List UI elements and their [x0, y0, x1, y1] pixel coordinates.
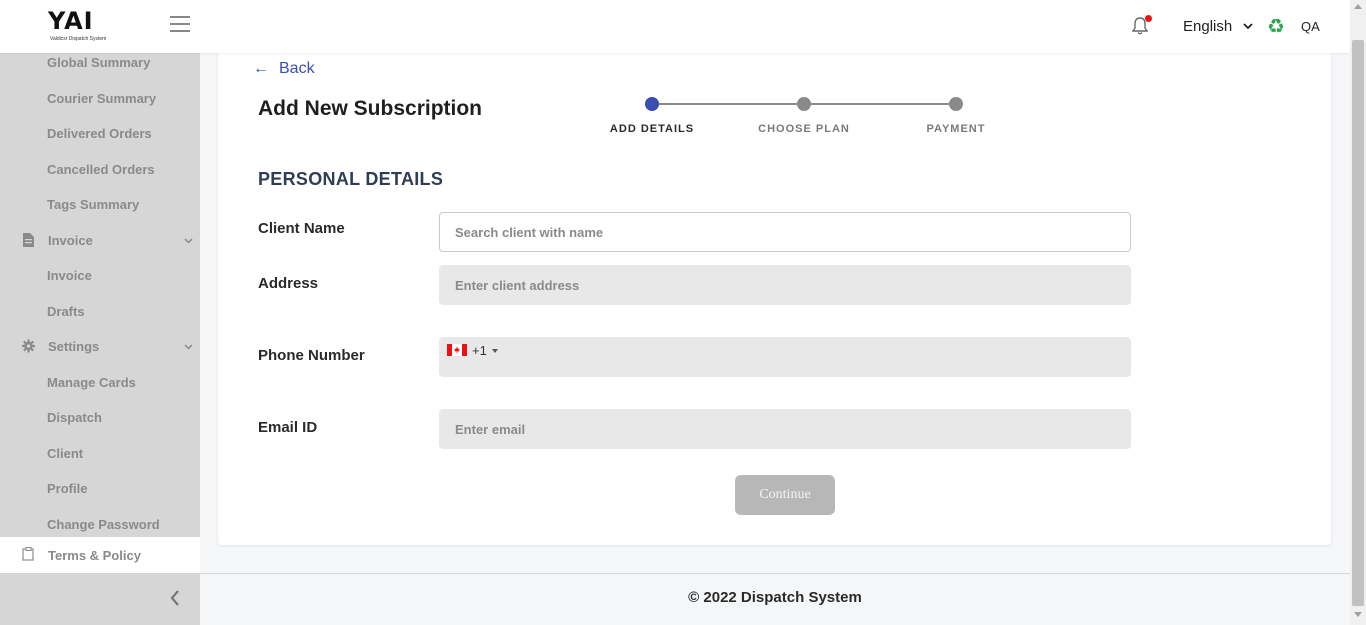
email-label: Email ID — [258, 419, 318, 436]
sidebar-item-label: Manage Cards — [47, 375, 136, 390]
sidebar-item-invoice[interactable]: Invoice — [0, 260, 200, 292]
step-label-payment: PAYMENT — [926, 123, 986, 135]
canada-flag-icon — [447, 344, 467, 356]
caret-down-icon — [491, 349, 498, 353]
sidebar-item-tags-summary[interactable]: Tags Summary — [0, 189, 200, 221]
step-label-add-details: ADD DETAILS — [609, 123, 695, 135]
footer-divider — [200, 573, 1350, 574]
top-header: YAI Valdicsr Dispatch System English ♻ Q… — [0, 0, 1350, 53]
document-icon — [23, 233, 34, 247]
sidebar-item-label: Dispatch — [47, 410, 102, 425]
sidebar-item-dispatch[interactable]: Dispatch — [0, 402, 200, 434]
back-label: Back — [279, 60, 315, 77]
sidebar-item-delivered-orders[interactable]: Delivered Orders — [0, 118, 200, 150]
step-dot-add-details — [645, 97, 659, 111]
stepper-connector — [652, 103, 804, 105]
scroll-down-icon[interactable] — [1354, 612, 1362, 617]
continue-button[interactable]: Continue — [735, 475, 835, 515]
country-code: +1 — [472, 343, 487, 358]
sidebar-item-cancelled-orders[interactable]: Cancelled Orders — [0, 154, 200, 186]
email-input[interactable]: Enter email — [439, 409, 1131, 449]
logo-subtitle: Valdicsr Dispatch System — [50, 36, 107, 42]
sidebar-item-client[interactable]: Client — [0, 438, 200, 470]
scroll-thumb[interactable] — [1352, 40, 1364, 606]
sidebar: Global Summary Courier Summary Delivered… — [0, 53, 200, 625]
sidebar-item-courier-summary[interactable]: Courier Summary — [0, 83, 200, 115]
sidebar-item-label: Change Password — [47, 517, 160, 532]
notification-dot — [1145, 15, 1152, 22]
footer-copyright: © 2022 Dispatch System — [688, 589, 862, 606]
clipboard-icon — [22, 547, 34, 561]
page-title: Add New Subscription — [258, 97, 483, 120]
sidebar-item-settings-group[interactable]: Settings — [0, 331, 200, 363]
sidebar-item-label: Settings — [48, 339, 100, 354]
chevron-down-icon — [184, 344, 193, 350]
sidebar-item-label: Cancelled Orders — [47, 162, 155, 177]
sidebar-item-label: Courier Summary — [47, 91, 157, 106]
menu-toggle-icon[interactable] — [170, 16, 190, 34]
step-dot-choose-plan — [797, 97, 811, 111]
sidebar-item-manage-cards[interactable]: Manage Cards — [0, 367, 200, 399]
chevron-down-icon — [184, 238, 193, 244]
gear-icon — [22, 339, 35, 353]
step-label-choose-plan: CHOOSE PLAN — [758, 123, 850, 135]
language-select[interactable]: English — [1183, 18, 1232, 35]
client-name-input[interactable]: Search client with name — [439, 212, 1131, 252]
sidebar-item-profile[interactable]: Profile — [0, 473, 200, 505]
sidebar-item-label: Drafts — [47, 304, 85, 319]
step-dot-payment — [949, 97, 963, 111]
back-link[interactable]: ← Back — [253, 60, 315, 78]
recycle-icon[interactable]: ♻ — [1267, 15, 1285, 37]
logo-mark: YAI — [48, 7, 94, 35]
sidebar-item-invoice-group[interactable]: Invoice — [0, 225, 200, 257]
phone-number-label: Phone Number — [258, 347, 365, 364]
sidebar-item-label: Invoice — [48, 233, 93, 248]
phone-number-input[interactable] — [439, 337, 1131, 377]
page-scrollbar[interactable] — [1350, 0, 1366, 625]
chevron-left-icon[interactable] — [168, 589, 182, 607]
sidebar-item-label: Global Summary — [47, 55, 151, 70]
address-input[interactable]: Enter client address — [439, 265, 1131, 305]
sidebar-item-drafts[interactable]: Drafts — [0, 296, 200, 328]
country-code-selector[interactable]: +1 — [447, 343, 498, 358]
arrow-left-icon: ← — [253, 60, 269, 77]
client-name-label: Client Name — [258, 220, 345, 237]
stepper-connector — [804, 103, 956, 105]
user-name[interactable]: QA — [1301, 19, 1320, 34]
sidebar-item-label: Terms & Policy — [48, 548, 141, 563]
sidebar-item-label: Tags Summary — [47, 197, 140, 212]
chevron-down-icon[interactable] — [1243, 21, 1253, 31]
address-label: Address — [258, 275, 319, 292]
scroll-up-icon[interactable] — [1354, 4, 1362, 9]
sidebar-item-label: Profile — [47, 481, 88, 496]
sidebar-item-label: Delivered Orders — [47, 126, 152, 141]
section-title: PERSONAL DETAILS — [258, 169, 444, 189]
sidebar-item-label: Client — [47, 446, 84, 461]
app-logo[interactable]: YAI Valdicsr Dispatch System — [46, 8, 110, 44]
sidebar-item-label: Invoice — [47, 268, 92, 283]
sidebar-item-terms-policy[interactable]: Terms & Policy — [0, 537, 200, 573]
